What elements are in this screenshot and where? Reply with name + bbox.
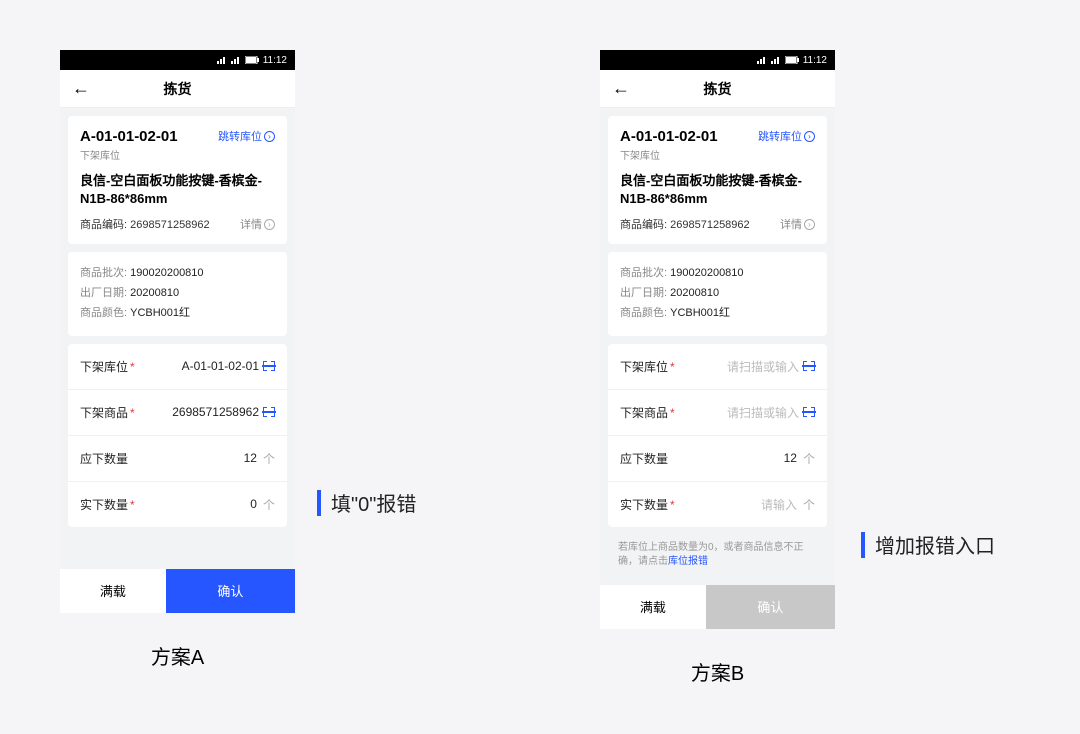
location-sub: 下架库位 (80, 147, 178, 162)
product-input-row[interactable]: 下架商品* 2698571258962 (68, 390, 287, 436)
scan-icon[interactable] (803, 361, 815, 371)
detail-link[interactable]: 详情 › (240, 216, 275, 232)
header: ← 拣货 (60, 70, 295, 108)
back-icon[interactable]: ← (612, 78, 630, 99)
mockup-container: 11:12 ← 拣货 A-01-01-02-01 下架库位 跳转库位 › (0, 0, 1080, 686)
scan-icon[interactable] (263, 361, 275, 371)
annotation-a: 填"0"报错 (317, 488, 416, 517)
scan-icon[interactable] (803, 407, 815, 417)
form-card: 下架库位* 请扫描或输入 下架商品* 请扫描或输入 应下数量 12个 实下数量*… (608, 344, 827, 527)
chevron-right-icon: › (804, 219, 815, 230)
wifi-icon (771, 56, 781, 64)
footer: 满载 确认 (60, 569, 295, 613)
page-title: 拣货 (60, 79, 295, 99)
error-hint: 若库位上商品数量为0，或者商品信息不正确，请点击库位报错 (608, 535, 827, 577)
location-input-row[interactable]: 下架库位* A-01-01-02-01 (68, 344, 287, 390)
phone-b: 11:12 ← 拣货 A-01-01-02-01 下架库位 跳转库位 › (600, 50, 835, 629)
jump-location-link[interactable]: 跳转库位 › (758, 128, 815, 144)
content: A-01-01-02-01 下架库位 跳转库位 › 良信-空白面板功能按键-香槟… (60, 108, 295, 543)
confirm-button[interactable]: 确认 (166, 569, 295, 613)
plan-a-label: 方案A (151, 641, 204, 670)
detail-link[interactable]: 详情 › (780, 216, 815, 232)
batch-card: 商品批次: 190020200810 出厂日期: 20200810 商品颜色: … (68, 252, 287, 335)
location-code: A-01-01-02-01 (80, 128, 178, 145)
plan-a-wrap: 11:12 ← 拣货 A-01-01-02-01 下架库位 跳转库位 › (60, 50, 295, 686)
status-time: 11:12 (803, 55, 827, 66)
signal-icon (757, 56, 767, 64)
annotation-b: 增加报错入口 (861, 530, 995, 559)
annotation-bar (317, 490, 321, 516)
plan-b-wrap: 11:12 ← 拣货 A-01-01-02-01 下架库位 跳转库位 › (600, 50, 835, 686)
annotation-bar (861, 532, 865, 558)
wifi-icon (231, 56, 241, 64)
battery-icon (785, 56, 799, 64)
chevron-right-icon: › (264, 219, 275, 230)
full-load-button[interactable]: 满载 (600, 585, 706, 629)
product-name: 良信-空白面板功能按键-香槟金-N1B-86*86mm (80, 172, 275, 208)
batch-card: 商品批次: 190020200810 出厂日期: 20200810 商品颜色: … (608, 252, 827, 335)
confirm-button: 确认 (706, 585, 835, 629)
back-icon[interactable]: ← (72, 78, 90, 99)
chevron-right-icon: › (264, 131, 275, 142)
jump-location-link[interactable]: 跳转库位 › (218, 128, 275, 144)
footer: 满载 确认 (600, 585, 835, 629)
plan-b-label: 方案B (691, 657, 744, 686)
status-bar: 11:12 (60, 50, 295, 70)
actual-qty-row[interactable]: 实下数量* 请输入个 (608, 482, 827, 527)
location-error-link[interactable]: 库位报错 (668, 556, 708, 567)
phone-a: 11:12 ← 拣货 A-01-01-02-01 下架库位 跳转库位 › (60, 50, 295, 613)
product-name: 良信-空白面板功能按键-香槟金-N1B-86*86mm (620, 172, 815, 208)
location-sub: 下架库位 (620, 147, 718, 162)
form-card: 下架库位* A-01-01-02-01 下架商品* 2698571258962 … (68, 344, 287, 527)
scan-icon[interactable] (263, 407, 275, 417)
content: A-01-01-02-01 下架库位 跳转库位 › 良信-空白面板功能按键-香槟… (600, 108, 835, 585)
chevron-right-icon: › (804, 131, 815, 142)
page-title: 拣货 (600, 79, 835, 99)
should-qty-row: 应下数量 12个 (68, 436, 287, 482)
product-code: 商品编码: 2698571258962 (620, 216, 750, 232)
location-card: A-01-01-02-01 下架库位 跳转库位 › 良信-空白面板功能按键-香槟… (68, 116, 287, 244)
actual-qty-row[interactable]: 实下数量* 0个 (68, 482, 287, 527)
battery-icon (245, 56, 259, 64)
product-code: 商品编码: 2698571258962 (80, 216, 210, 232)
location-input-row[interactable]: 下架库位* 请扫描或输入 (608, 344, 827, 390)
signal-icon (217, 56, 227, 64)
status-time: 11:12 (263, 55, 287, 66)
location-card: A-01-01-02-01 下架库位 跳转库位 › 良信-空白面板功能按键-香槟… (608, 116, 827, 244)
should-qty-row: 应下数量 12个 (608, 436, 827, 482)
full-load-button[interactable]: 满载 (60, 569, 166, 613)
header: ← 拣货 (600, 70, 835, 108)
location-code: A-01-01-02-01 (620, 128, 718, 145)
status-bar: 11:12 (600, 50, 835, 70)
product-input-row[interactable]: 下架商品* 请扫描或输入 (608, 390, 827, 436)
